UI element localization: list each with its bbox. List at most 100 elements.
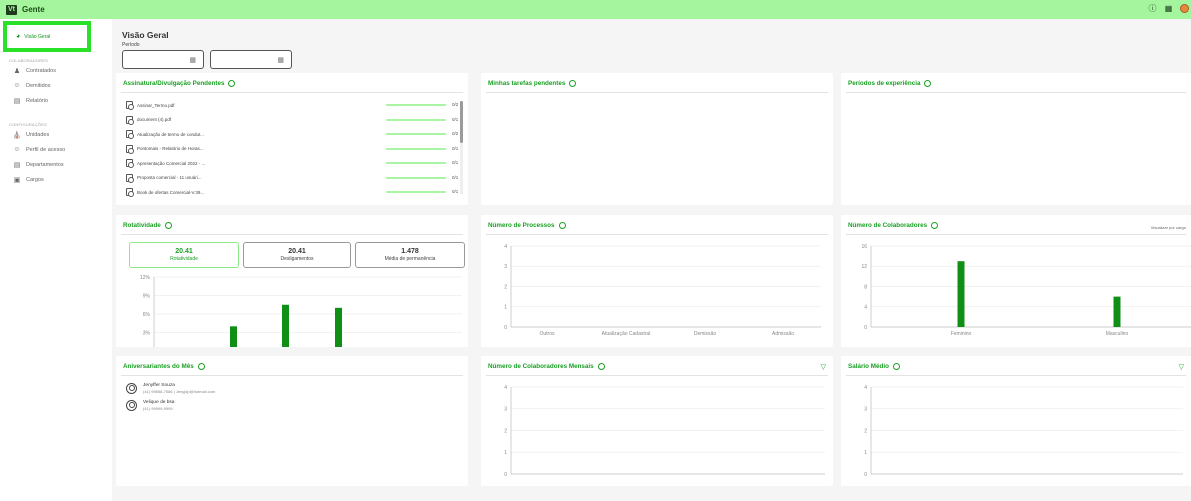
card-assinatura-pendentes: Assinatura/Divulgação Pendentes Assinar_… <box>116 73 468 205</box>
y-tick-label: 4 <box>864 305 867 311</box>
card-aniversariantes: Aniversariantes do Mês Jenyffer Souza (4… <box>116 356 468 486</box>
sidebar-item-contratados[interactable]: ♟ Contratados <box>12 67 56 75</box>
y-tick-label: 6% <box>143 312 151 318</box>
sidebar-item-label: Demitidos <box>26 82 51 89</box>
sidebar-item-label: Cargos <box>26 177 44 183</box>
card-colaboradores-mensais: Número de Colaboradores Mensais ▽ 01234 <box>481 356 833 486</box>
briefcase-icon: ▣ <box>13 177 21 184</box>
colaboradores-chart: 0 4 8 12 16 Feminino Masculino <box>861 244 1191 337</box>
info-icon[interactable] <box>924 80 932 87</box>
document-name: Book de ofertas Comercial-V.39... <box>137 189 205 195</box>
document-icon <box>126 115 134 125</box>
x-tick-label: Demissão <box>694 331 716 337</box>
top-bar: Vt Gente ⓘ ▦ <box>0 0 1191 19</box>
document-name: Assinar_Termo.pdf <box>137 102 175 108</box>
y-tick-label: 1 <box>864 450 867 456</box>
sidebar-item-label: Visão Geral <box>24 33 51 40</box>
y-tick-label: 2 <box>504 428 507 434</box>
signature-progress-bar <box>386 104 446 106</box>
app-name: Gente <box>22 5 45 14</box>
sidebar-item-label: Unidades <box>26 132 50 138</box>
document-name: Proposta comercial - 11 usuári... <box>137 175 202 180</box>
sidebar: ◕ Visão Geral COLABORADORES ♟ Contratado… <box>0 19 112 501</box>
y-tick-label: 9% <box>143 293 151 299</box>
signature-count: 0/2 <box>452 131 459 136</box>
app-logo: Vt <box>6 4 17 15</box>
bar <box>282 304 289 347</box>
help-icon[interactable]: ⓘ <box>1148 4 1157 13</box>
bar <box>230 326 237 347</box>
birthday-person: Jenyffer Souza (41) 99858-7586 | Jenyjdp… <box>126 383 215 394</box>
y-tick-label: 12% <box>140 275 151 281</box>
sidebar-item-departamentos[interactable]: ▤ Departamentos <box>12 161 64 169</box>
bar <box>957 261 965 327</box>
chart-pie-icon: ◕ <box>16 33 21 40</box>
document-icon <box>126 130 134 139</box>
y-tick-label: 1 <box>504 450 507 456</box>
sidebar-item-label: Relatório <box>26 98 49 104</box>
card-numero-colaboradores: Número de Colaboradores Visualizar por c… <box>841 215 1191 347</box>
sidebar-section-configuracoes: CONFIGURAÇÕES <box>9 122 47 127</box>
person-name: Velique de bsa <box>143 400 175 405</box>
main-content: Visão Geral Período ▦ ▦ Assinatura/Divul… <box>112 19 1191 501</box>
scrollbar-thumb[interactable] <box>460 101 463 143</box>
y-tick-label: 4 <box>504 244 507 250</box>
card-periodos-experiencia: Períodos de experiência <box>841 73 1191 205</box>
y-tick-label: 0 <box>864 325 867 331</box>
document-icon <box>126 159 134 168</box>
info-icon[interactable] <box>569 80 577 87</box>
card-salario-medio: Salário Médio ▽ 01234 <box>841 356 1191 486</box>
y-tick-label: 0 <box>864 472 867 478</box>
sidebar-item-cargos[interactable]: ▣ Cargos <box>12 176 44 184</box>
signature-count: 0/1 <box>452 116 459 122</box>
apps-grid-icon[interactable]: ▦ <box>1164 4 1173 13</box>
document-icon <box>126 188 134 197</box>
signature-count: 0/1 <box>452 160 459 165</box>
report-icon: ▤ <box>13 98 21 105</box>
avatar <box>126 400 137 411</box>
processos-chart: 0 1 2 3 4 Outros Atualização Cadastral Demissão… <box>504 244 821 337</box>
signature-count: 0/1 <box>452 174 459 180</box>
document-icon <box>126 173 134 183</box>
department-icon: ▤ <box>13 162 21 169</box>
y-tick-label: 4 <box>864 385 867 391</box>
y-tick-label: 4 <box>504 385 507 391</box>
birthday-person: Velique de bsa (41) 99999-9999 <box>126 400 174 411</box>
period-end-input[interactable]: ▦ <box>210 50 292 69</box>
person-contact: (41) 99999-9999 <box>143 406 173 411</box>
y-tick-label: 3 <box>504 407 507 413</box>
user-key-icon: ☺ <box>13 146 21 153</box>
signature-progress-bar <box>386 118 446 121</box>
document-name: Apresentação Comercial 2022 - ... <box>137 160 206 166</box>
sidebar-item-relatorio[interactable]: ▤ Relatório <box>12 97 48 105</box>
card-rotatividade: Rotatividade 20.41 Rotatividade 20.41 De… <box>116 215 468 347</box>
signature-count: 0/2 <box>452 102 459 107</box>
bar <box>1113 296 1121 327</box>
avatar <box>126 383 137 394</box>
info-icon[interactable] <box>228 80 236 87</box>
signature-progress-bar <box>386 133 446 135</box>
sidebar-item-demitidos[interactable]: ☺ Demitidos <box>12 82 50 89</box>
x-tick-label: Admissão <box>772 331 794 337</box>
rotatividade-chart: 0%3%6%9%12% <box>140 275 462 347</box>
sidebar-item-perfil-acesso[interactable]: ☺ Perfil de acesso <box>12 146 65 153</box>
document-icon <box>126 144 134 154</box>
info-icon[interactable] <box>197 363 205 370</box>
x-tick-label: Feminino <box>951 331 972 337</box>
y-tick-label: 3 <box>504 264 507 270</box>
y-tick-label: 1 <box>504 305 507 311</box>
y-tick-label: 16 <box>861 244 867 250</box>
period-start-input[interactable]: ▦ <box>122 50 204 69</box>
signature-count: 0/1 <box>452 189 459 194</box>
y-tick-label: 0 <box>504 325 507 331</box>
card-title: Assinatura/Divulgação Pendentes <box>123 80 236 87</box>
sidebar-item-unidades[interactable]: ⛪ Unidades <box>12 131 50 139</box>
y-tick-label: 2 <box>504 284 507 290</box>
bar <box>335 307 342 347</box>
user-avatar[interactable] <box>1180 4 1189 13</box>
sidebar-item-visao-geral[interactable]: ◕ Visão Geral <box>3 21 91 52</box>
x-tick-label: Masculino <box>1106 331 1129 337</box>
sidebar-item-label: Departamentos <box>26 162 64 168</box>
y-tick-label: 8 <box>864 284 867 290</box>
document-name: document (4).pdf <box>137 117 172 122</box>
